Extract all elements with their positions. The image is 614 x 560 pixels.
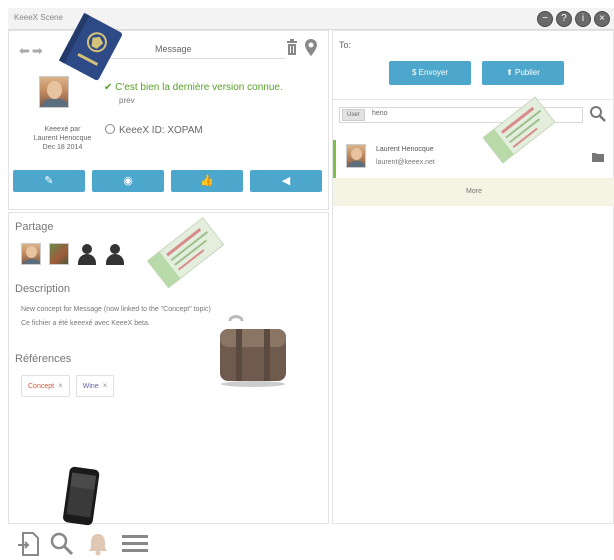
close-button[interactable]: × — [594, 11, 610, 27]
back-arrow-icon[interactable]: ⬅ — [19, 43, 32, 58]
bell-icon[interactable] — [88, 532, 108, 556]
author-info: Keeexé par Laurent Henocque Dec 18 2014 — [33, 126, 92, 151]
search-icon[interactable] — [589, 105, 607, 123]
history-arrows: ⬅➡ — [19, 43, 45, 59]
result-email: laurent@keeex.net — [376, 159, 435, 166]
message-title: Message — [155, 44, 192, 54]
reference-tags: Concept × Wine × — [21, 375, 115, 397]
window-controls: − ? i × — [537, 11, 610, 27]
share-button[interactable]: ◀ — [250, 170, 322, 192]
description-label: Description — [15, 283, 71, 295]
user-silhouette-icon[interactable] — [77, 243, 97, 265]
remove-tag-icon[interactable]: × — [103, 381, 108, 390]
folder-icon[interactable] — [592, 152, 604, 162]
edit-button[interactable]: ✎ — [13, 170, 85, 192]
upload-icon: ⬆ — [506, 68, 513, 77]
passport-icon — [58, 12, 123, 81]
recipients-panel: To: $ Envoyer ⬆ Publier User heno Lauren… — [332, 30, 614, 524]
more-button[interactable]: More — [333, 178, 614, 206]
checkmark-icon: ✔ — [104, 82, 113, 93]
tag-wine[interactable]: Wine × — [75, 375, 115, 397]
location-pin-icon[interactable] — [305, 39, 317, 56]
ticket-icon — [146, 217, 225, 289]
result-avatar — [346, 144, 366, 168]
eye-icon: ◉ — [123, 175, 133, 187]
id-circle-icon — [105, 124, 115, 134]
view-button[interactable]: ◉ — [92, 170, 164, 192]
search-result-row[interactable]: Laurent Henocque laurent@keeex.net — [333, 140, 614, 178]
menu-icon[interactable] — [122, 532, 148, 554]
megaphone-icon: ◀ — [281, 175, 291, 187]
bottom-toolbar — [8, 526, 329, 560]
publish-button[interactable]: ⬆ Publier — [482, 61, 564, 85]
smartphone-icon — [63, 466, 100, 526]
minimize-button[interactable]: − — [537, 11, 553, 27]
thumbs-up-icon: 👍 — [200, 175, 214, 187]
info-button[interactable]: i — [575, 11, 591, 27]
trash-icon[interactable] — [286, 39, 298, 55]
share-avatar-user2[interactable] — [49, 243, 69, 265]
forward-arrow-icon[interactable]: ➡ — [32, 43, 45, 58]
description-text: New concept for Message (now linked to t… — [21, 306, 211, 327]
send-button[interactable]: $ Envoyer — [389, 61, 471, 85]
sharing-label: Partage — [15, 221, 54, 233]
prev-link[interactable]: prev — [119, 96, 135, 105]
divider — [333, 99, 614, 100]
ticket-icon — [482, 96, 556, 164]
references-label: Références — [15, 353, 72, 365]
remove-tag-icon[interactable]: × — [58, 381, 63, 390]
result-name: Laurent Henocque — [376, 146, 434, 153]
help-button[interactable]: ? — [556, 11, 572, 27]
tag-concept[interactable]: Concept × — [21, 375, 70, 397]
keeex-id: KeeeX ID: XOPAM — [105, 124, 203, 136]
version-status: ✔ C'est bien la dernière version connue. — [104, 82, 283, 93]
search-icon[interactable] — [50, 532, 74, 556]
import-document-icon[interactable] — [18, 532, 40, 556]
to-label: To: — [339, 40, 352, 50]
user-silhouette-icon[interactable] — [105, 243, 125, 265]
user-filter-chip[interactable]: User — [342, 109, 365, 121]
suitcase-icon — [220, 315, 286, 387]
action-buttons: ✎ ◉ 👍 ◀ — [13, 170, 322, 192]
search-value: heno — [372, 110, 388, 117]
send-actions: $ Envoyer ⬆ Publier — [389, 61, 564, 85]
share-avatar-laurent[interactable] — [21, 243, 41, 265]
dollar-icon: $ — [411, 68, 417, 77]
pencil-icon: ✎ — [44, 175, 54, 187]
like-button[interactable]: 👍 — [171, 170, 243, 192]
sharing-avatars — [21, 243, 125, 265]
